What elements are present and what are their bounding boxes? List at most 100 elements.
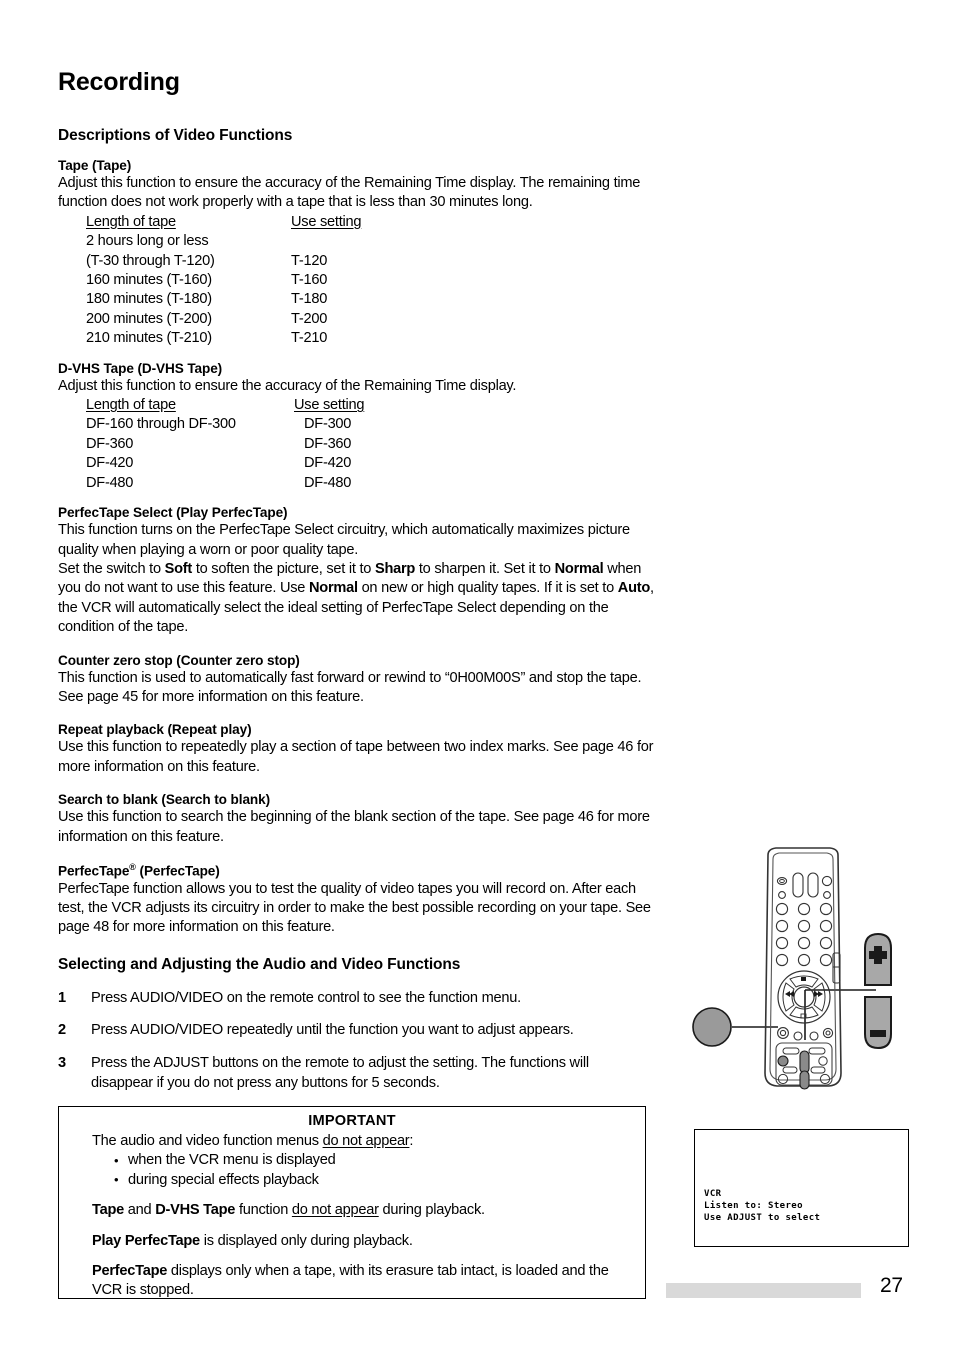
ptsel-t5: on new or high quality tapes. If it is s… bbox=[357, 580, 618, 597]
tape-length-cell: (T-30 through T-120) bbox=[86, 252, 215, 269]
table-row: DF-480 DF-480 bbox=[86, 474, 424, 493]
subsection-title-tape: Tape (Tape) bbox=[58, 158, 132, 173]
subsection-title-search-to-blank: Search to blank (Search to blank) bbox=[58, 792, 270, 808]
dvhs-length-cell: DF-160 through DF-300 bbox=[86, 416, 236, 433]
table-row: 160 minutes (T-160) T-160 bbox=[86, 271, 411, 290]
page-title: Recording bbox=[58, 68, 180, 96]
dvhs-length-table: Length of tape Use setting DF-160 throug… bbox=[86, 396, 424, 493]
tape-length-cell: 160 minutes (T-160) bbox=[86, 272, 212, 289]
subsection-body-repeat-playback: Use this function to repeatedly play a s… bbox=[58, 739, 654, 775]
subsection-perfectape-select: PerfecTape Select (Play PerfecTape) This… bbox=[58, 505, 654, 637]
tape-table-col2-header: Use setting bbox=[291, 213, 362, 230]
important-bullet-list: when the VCR menu is displayed during sp… bbox=[69, 1151, 635, 1190]
important-box-title: IMPORTANT bbox=[308, 1113, 396, 1129]
important-intro-emphasis: do not appear bbox=[322, 1133, 410, 1149]
ptsel-t2: to soften the picture, set it to bbox=[192, 560, 375, 577]
table-row: DF-160 through DF-300 DF-300 bbox=[86, 415, 424, 434]
tape-length-cell: 210 minutes (T-210) bbox=[86, 330, 212, 347]
subsection-body-counter-zero-stop: This function is used to automatically f… bbox=[58, 669, 642, 705]
instruction-steps-list: 1 Press AUDIO/VIDEO on the remote contro… bbox=[58, 989, 654, 1093]
dvhs-setting-cell: DF-300 bbox=[304, 416, 352, 433]
tape-length-cell: 200 minutes (T-200) bbox=[86, 310, 212, 327]
subsection-title-counter-zero-stop: Counter zero stop (Counter zero stop) bbox=[58, 652, 300, 668]
ptsel-t1: Set the switch to bbox=[58, 560, 165, 577]
osd-line-3: Use ADJUST to select bbox=[704, 1213, 821, 1223]
note1-emphasis: do not appear bbox=[291, 1202, 379, 1219]
tape-setting-cell bbox=[291, 232, 411, 251]
adjust-plus-callout bbox=[862, 932, 894, 993]
subsection-title-perfectape: PerfecTape® (PerfecTape) bbox=[58, 862, 654, 879]
step-text: Press the ADJUST buttons on the remote t… bbox=[91, 1054, 589, 1091]
dvhs-length-cell: DF-480 bbox=[86, 474, 134, 491]
tape-setting-cell: T-210 bbox=[291, 330, 328, 347]
tape-setting-cell: T-160 bbox=[291, 272, 328, 289]
tape-setting-cell: T-120 bbox=[291, 252, 328, 269]
subsection-tape: Tape (Tape) Adjust this function to ensu… bbox=[58, 158, 654, 349]
menu-item-play-perfectape: Play PerfecTape bbox=[92, 1232, 200, 1249]
note1-and: and bbox=[123, 1202, 156, 1219]
subsection-search-to-blank: Search to blank (Search to blank) Use th… bbox=[58, 792, 654, 847]
setting-soft: Soft bbox=[164, 560, 193, 577]
table-header-row: Length of tape Use setting bbox=[86, 396, 424, 415]
menu-item-perfectape: PerfecTape bbox=[92, 1263, 168, 1280]
footer-bar bbox=[666, 1283, 861, 1298]
subsection-title-dvhs-tape: D-VHS Tape (D-VHS Tape) bbox=[58, 360, 223, 376]
menu-item-tape: Tape bbox=[92, 1202, 124, 1219]
table-row: DF-360 DF-360 bbox=[86, 435, 424, 454]
page-number: 27 bbox=[880, 1274, 903, 1297]
dvhs-length-cell: DF-360 bbox=[86, 435, 134, 452]
tape-setting-cell: T-180 bbox=[291, 291, 328, 308]
list-item-step-2: 2 Press AUDIO/VIDEO repeatedly until the… bbox=[58, 1021, 654, 1041]
important-intro: The audio and video function menus do no… bbox=[69, 1132, 635, 1151]
subsection-dvhs-tape: D-VHS Tape (D-VHS Tape) Adjust this func… bbox=[58, 361, 654, 493]
list-item: when the VCR menu is displayed bbox=[114, 1151, 635, 1171]
list-item-step-1: 1 Press AUDIO/VIDEO on the remote contro… bbox=[58, 989, 654, 1009]
setting-sharp: Sharp bbox=[374, 560, 416, 577]
list-item: during special effects playback bbox=[114, 1170, 635, 1190]
remote-control-illustration bbox=[690, 845, 940, 1115]
note1-text-a: function bbox=[235, 1202, 292, 1219]
note2-text: is displayed only during playback. bbox=[199, 1232, 413, 1249]
record-button-highlight bbox=[777, 1055, 789, 1067]
subsection-title-perfectape-select: PerfecTape Select (Play PerfecTape) bbox=[58, 505, 288, 521]
note1-text-b: during playback. bbox=[378, 1202, 486, 1219]
table-row: 210 minutes (T-210) T-210 bbox=[86, 329, 411, 348]
step-number: 1 bbox=[58, 989, 66, 1006]
note3-text: displays only when a tape, with its eras… bbox=[92, 1263, 609, 1299]
important-note-1: Tape and D-VHS Tape function do not appe… bbox=[69, 1201, 635, 1220]
table-row: 200 minutes (T-200) T-200 bbox=[86, 310, 411, 329]
tape-table-col1-header: Length of tape bbox=[86, 213, 176, 230]
subsection-body-perfectape-select: This function turns on the PerfecTape Se… bbox=[58, 521, 654, 637]
step-text: Press AUDIO/VIDEO on the remote control … bbox=[91, 989, 521, 1006]
record-button-callout bbox=[692, 1007, 732, 1047]
section-heading-selecting-adjusting: Selecting and Adjusting the Audio and Vi… bbox=[58, 955, 461, 973]
step-number: 3 bbox=[58, 1054, 66, 1071]
menu-item-dvhs-tape: D-VHS Tape bbox=[155, 1202, 236, 1219]
subsection-body-tape: Adjust this function to ensure the accur… bbox=[58, 175, 641, 211]
osd-text-block: VCR Listen to: Stereo Use ADJUST to select bbox=[704, 1188, 820, 1224]
osd-line-1: VCR bbox=[704, 1189, 722, 1199]
adjust-minus-callout bbox=[862, 994, 894, 1055]
ptsel-t3: to sharpen it. Set it to bbox=[415, 560, 555, 577]
setting-normal-2: Normal bbox=[308, 580, 358, 597]
step-text: Press AUDIO/VIDEO repeatedly until the f… bbox=[91, 1022, 574, 1039]
important-intro-colon: : bbox=[409, 1133, 414, 1149]
osd-line-2: Listen to: Stereo bbox=[704, 1201, 803, 1211]
adjust-rocker-highlight bbox=[799, 1050, 810, 1074]
perfectape-select-line1: This function turns on the PerfecTape Se… bbox=[58, 522, 630, 558]
perfectape-name: PerfecTape bbox=[58, 863, 130, 879]
list-item-step-3: 3 Press the ADJUST buttons on the remote… bbox=[58, 1054, 654, 1093]
important-note-2: Play PerfecTape is displayed only during… bbox=[69, 1232, 635, 1251]
subsection-body-dvhs-tape: Adjust this function to ensure the accur… bbox=[58, 377, 517, 394]
table-header-row: Length of tape Use setting bbox=[86, 213, 411, 232]
step-number: 2 bbox=[58, 1022, 66, 1039]
tape-length-cell: 180 minutes (T-180) bbox=[86, 291, 212, 308]
subsection-repeat-playback: Repeat playback (Repeat play) Use this f… bbox=[58, 722, 654, 777]
important-note-3: PerfecTape displays only when a tape, wi… bbox=[69, 1262, 635, 1301]
dvhs-setting-cell: DF-420 bbox=[304, 455, 352, 472]
dvhs-length-cell: DF-420 bbox=[86, 455, 134, 472]
subsection-body-search-to-blank: Use this function to search the beginnin… bbox=[58, 809, 650, 845]
table-row: 2 hours long or less bbox=[86, 232, 411, 251]
